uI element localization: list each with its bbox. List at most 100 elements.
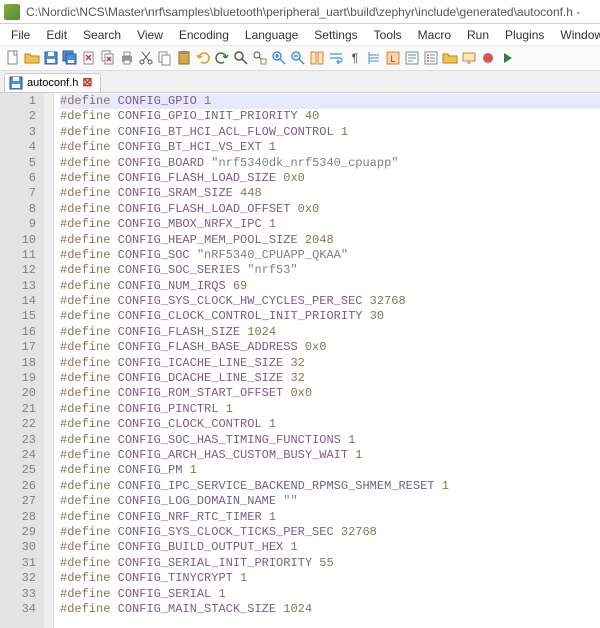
- cut-icon[interactable]: [137, 49, 155, 67]
- zoom-in-icon[interactable]: [270, 49, 288, 67]
- menu-file[interactable]: File: [4, 26, 37, 44]
- menu-macro[interactable]: Macro: [411, 26, 458, 44]
- code-line[interactable]: #define CONFIG_PM 1: [60, 463, 600, 478]
- code-line[interactable]: #define CONFIG_HEAP_MEM_POOL_SIZE 2048: [60, 233, 600, 248]
- line-number: 11: [6, 248, 36, 263]
- line-number: 15: [6, 309, 36, 324]
- tab-autoconf[interactable]: autoconf.h ⊠: [4, 73, 101, 92]
- line-number: 6: [6, 171, 36, 186]
- close-all-icon[interactable]: [99, 49, 117, 67]
- code-line[interactable]: #define CONFIG_SERIAL_INIT_PRIORITY 55: [60, 556, 600, 571]
- line-number-gutter: 1234567891011121314151617181920212223242…: [0, 93, 44, 628]
- macro-play-icon[interactable]: [498, 49, 516, 67]
- menu-language[interactable]: Language: [238, 26, 305, 44]
- line-number: 23: [6, 433, 36, 448]
- open-folder-icon[interactable]: [23, 49, 41, 67]
- show-all-chars-icon[interactable]: ¶: [346, 49, 364, 67]
- line-number: 30: [6, 540, 36, 555]
- undo-icon[interactable]: [194, 49, 212, 67]
- tab-close-icon[interactable]: ⊠: [82, 77, 94, 89]
- fold-margin: [44, 93, 54, 628]
- code-line[interactable]: #define CONFIG_NRF_RTC_TIMER 1: [60, 510, 600, 525]
- line-number: 1: [6, 94, 36, 109]
- code-line[interactable]: #define CONFIG_MBOX_NRFX_IPC 1: [60, 217, 600, 232]
- line-number: 31: [6, 556, 36, 571]
- code-line[interactable]: #define CONFIG_CLOCK_CONTROL_INIT_PRIORI…: [60, 309, 600, 324]
- code-line[interactable]: #define CONFIG_GPIO 1: [60, 94, 600, 109]
- copy-icon[interactable]: [156, 49, 174, 67]
- code-line[interactable]: #define CONFIG_SERIAL 1: [60, 587, 600, 602]
- code-line[interactable]: #define CONFIG_FLASH_SIZE 1024: [60, 325, 600, 340]
- folder-workspace-icon[interactable]: [441, 49, 459, 67]
- code-line[interactable]: #define CONFIG_FLASH_BASE_ADDRESS 0x0: [60, 340, 600, 355]
- tab-label: autoconf.h: [27, 77, 78, 89]
- menu-window[interactable]: Window: [553, 26, 600, 44]
- toolbar: ¶ L: [0, 46, 600, 71]
- word-wrap-icon[interactable]: [327, 49, 345, 67]
- editor[interactable]: 1234567891011121314151617181920212223242…: [0, 93, 600, 628]
- paste-icon[interactable]: [175, 49, 193, 67]
- line-number: 17: [6, 340, 36, 355]
- macro-record-icon[interactable]: [479, 49, 497, 67]
- line-number: 34: [6, 602, 36, 617]
- menu-view[interactable]: View: [130, 26, 170, 44]
- line-number: 5: [6, 156, 36, 171]
- line-number: 10: [6, 233, 36, 248]
- replace-icon[interactable]: [251, 49, 269, 67]
- func-list-icon[interactable]: [422, 49, 440, 67]
- code-line[interactable]: #define CONFIG_SYS_CLOCK_HW_CYCLES_PER_S…: [60, 294, 600, 309]
- code-line[interactable]: #define CONFIG_BT_HCI_ACL_FLOW_CONTROL 1: [60, 125, 600, 140]
- line-number: 24: [6, 448, 36, 463]
- code-line[interactable]: #define CONFIG_LOG_DOMAIN_NAME "": [60, 494, 600, 509]
- monitor-icon[interactable]: [460, 49, 478, 67]
- print-icon[interactable]: [118, 49, 136, 67]
- redo-icon[interactable]: [213, 49, 231, 67]
- code-line[interactable]: #define CONFIG_IPC_SERVICE_BACKEND_RPMSG…: [60, 479, 600, 494]
- code-line[interactable]: #define CONFIG_SRAM_SIZE 448: [60, 186, 600, 201]
- code-line[interactable]: #define CONFIG_NUM_IRQS 69: [60, 279, 600, 294]
- doc-map-icon[interactable]: [403, 49, 421, 67]
- menu-encoding[interactable]: Encoding: [172, 26, 236, 44]
- code-line[interactable]: #define CONFIG_SOC_HAS_TIMING_FUNCTIONS …: [60, 433, 600, 448]
- code-line[interactable]: #define CONFIG_BT_HCI_VS_EXT 1: [60, 140, 600, 155]
- code-line[interactable]: #define CONFIG_GPIO_INIT_PRIORITY 40: [60, 109, 600, 124]
- menu-search[interactable]: Search: [76, 26, 128, 44]
- find-icon[interactable]: [232, 49, 250, 67]
- code-area[interactable]: #define CONFIG_GPIO 1#define CONFIG_GPIO…: [54, 93, 600, 628]
- sync-scroll-icon[interactable]: [308, 49, 326, 67]
- code-line[interactable]: #define CONFIG_FLASH_LOAD_OFFSET 0x0: [60, 202, 600, 217]
- code-line[interactable]: #define CONFIG_PINCTRL 1: [60, 402, 600, 417]
- code-line[interactable]: #define CONFIG_SOC "nRF5340_CPUAPP_QKAA": [60, 248, 600, 263]
- menu-run[interactable]: Run: [460, 26, 496, 44]
- menu-edit[interactable]: Edit: [39, 26, 74, 44]
- code-line[interactable]: #define CONFIG_SYS_CLOCK_TICKS_PER_SEC 3…: [60, 525, 600, 540]
- menu-tools[interactable]: Tools: [367, 26, 409, 44]
- line-number: 33: [6, 587, 36, 602]
- user-lang-icon[interactable]: L: [384, 49, 402, 67]
- line-number: 25: [6, 463, 36, 478]
- titlebar: C:\Nordic\NCS\Master\nrf\samples\bluetoo…: [0, 0, 600, 24]
- code-line[interactable]: #define CONFIG_ROM_START_OFFSET 0x0: [60, 386, 600, 401]
- code-line[interactable]: #define CONFIG_DCACHE_LINE_SIZE 32: [60, 371, 600, 386]
- code-line[interactable]: #define CONFIG_SOC_SERIES "nrf53": [60, 263, 600, 278]
- code-line[interactable]: #define CONFIG_ICACHE_LINE_SIZE 32: [60, 356, 600, 371]
- new-file-icon[interactable]: [4, 49, 22, 67]
- line-number: 20: [6, 386, 36, 401]
- code-line[interactable]: #define CONFIG_MAIN_STACK_SIZE 1024: [60, 602, 600, 617]
- menu-plugins[interactable]: Plugins: [498, 26, 551, 44]
- code-line[interactable]: #define CONFIG_BUILD_OUTPUT_HEX 1: [60, 540, 600, 555]
- code-line[interactable]: #define CONFIG_TINYCRYPT 1: [60, 571, 600, 586]
- zoom-out-icon[interactable]: [289, 49, 307, 67]
- close-icon[interactable]: [80, 49, 98, 67]
- menu-settings[interactable]: Settings: [307, 26, 364, 44]
- line-number: 26: [6, 479, 36, 494]
- line-number: 8: [6, 202, 36, 217]
- code-line[interactable]: #define CONFIG_BOARD "nrf5340dk_nrf5340_…: [60, 156, 600, 171]
- save-all-icon[interactable]: [61, 49, 79, 67]
- line-number: 16: [6, 325, 36, 340]
- code-line[interactable]: #define CONFIG_ARCH_HAS_CUSTOM_BUSY_WAIT…: [60, 448, 600, 463]
- code-line[interactable]: #define CONFIG_CLOCK_CONTROL 1: [60, 417, 600, 432]
- indent-guide-icon[interactable]: [365, 49, 383, 67]
- code-line[interactable]: #define CONFIG_FLASH_LOAD_SIZE 0x0: [60, 171, 600, 186]
- save-icon[interactable]: [42, 49, 60, 67]
